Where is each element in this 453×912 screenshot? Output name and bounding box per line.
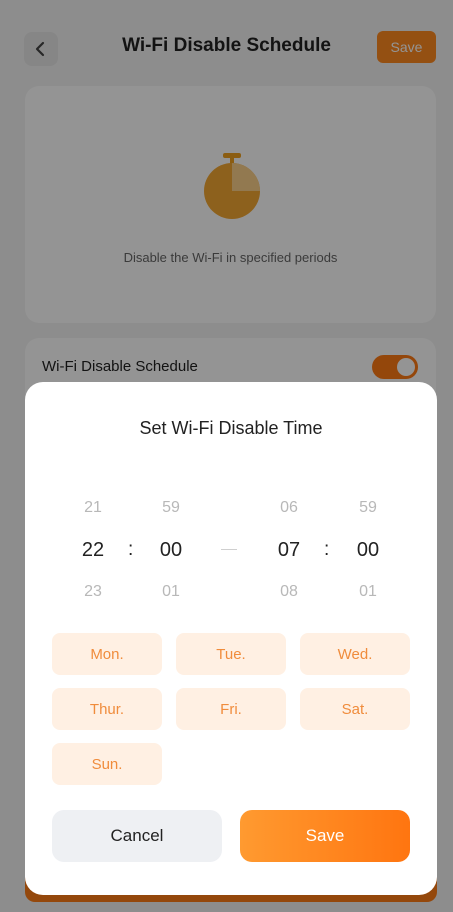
end-minute-next: 01 [359, 583, 377, 600]
start-hour-wheel[interactable]: 21 22 23 [68, 487, 118, 613]
start-minute-prev: 59 [162, 499, 180, 516]
end-hour-prev: 06 [280, 499, 298, 516]
cancel-button[interactable]: Cancel [52, 810, 222, 862]
day-tuesday[interactable]: Tue. [176, 633, 286, 675]
end-minute-wheel[interactable]: 59 00 01 [343, 487, 393, 613]
start-minute-wheel[interactable]: 59 00 01 [146, 487, 196, 613]
day-friday[interactable]: Fri. [176, 688, 286, 730]
start-minute-next: 01 [162, 583, 180, 600]
end-hour-selected: 07 [277, 539, 301, 561]
disable-time-dialog: Set Wi-Fi Disable Time 21 22 23 : 59 00 … [25, 382, 437, 895]
end-minute-prev: 59 [359, 499, 377, 516]
time-range-picker: 21 22 23 : 59 00 01 06 07 08 : 59 00 01 [25, 487, 437, 600]
end-hour-next: 08 [280, 583, 298, 600]
day-saturday[interactable]: Sat. [300, 688, 410, 730]
end-minute-selected: 00 [356, 539, 380, 561]
start-time-separator: : [128, 539, 134, 560]
start-hour-prev: 21 [84, 499, 102, 516]
start-minute-selected: 00 [159, 539, 183, 561]
end-hour-wheel[interactable]: 06 07 08 [264, 487, 314, 613]
range-dash [221, 549, 237, 550]
day-sunday[interactable]: Sun. [52, 743, 162, 785]
save-button[interactable]: Save [240, 810, 410, 862]
end-time-separator: : [324, 539, 330, 560]
day-wednesday[interactable]: Wed. [300, 633, 410, 675]
day-monday[interactable]: Mon. [52, 633, 162, 675]
start-hour-selected: 22 [81, 539, 105, 561]
dialog-title: Set Wi-Fi Disable Time [139, 418, 323, 438]
day-thursday[interactable]: Thur. [52, 688, 162, 730]
start-hour-next: 23 [84, 583, 102, 600]
